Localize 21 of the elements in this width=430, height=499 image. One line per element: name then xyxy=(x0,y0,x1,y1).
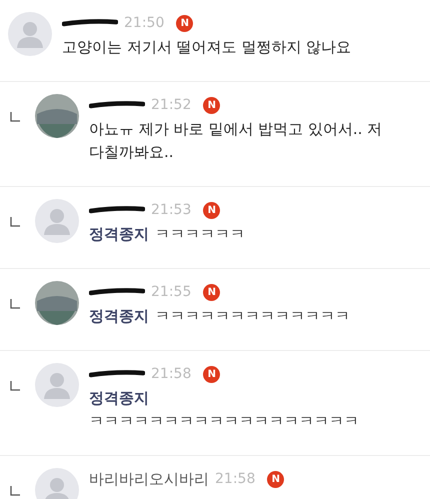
new-badge: N xyxy=(203,366,220,382)
comment-time: 21:58 xyxy=(151,366,192,382)
mention-tag: 정격종지 xyxy=(89,225,149,243)
mention-tag: 정격종지 xyxy=(89,389,149,407)
user-name: 바리바리오시바리 xyxy=(89,470,209,488)
new-badge: N xyxy=(203,96,220,114)
comment-time: 21:58 xyxy=(215,471,256,487)
comment-text: 고양이는 저기서 떨어져도 멀쩡하지 않나요 xyxy=(62,37,352,58)
mention-tag: 정격종지 xyxy=(89,307,149,325)
comment-text: ㅋㅋㅋㅋㅋㅋ xyxy=(155,224,245,245)
comment-text: ㅋㅋㅋㅋㅋㅋㅋㅋㅋㅋㅋㅋㅋ xyxy=(155,306,350,327)
new-badge: N xyxy=(203,284,220,300)
comment-time: 21:50 xyxy=(124,15,164,31)
comment-time: 21:52 xyxy=(151,97,192,113)
comment-text: ㅋㅋㅋㅋㅋㅋㅋㅋㅋㅋㅋㅋㅋㅋㅋㅋㅋㅋ xyxy=(89,411,359,432)
new-badge: N xyxy=(267,470,284,488)
comment-time: 21:55 xyxy=(151,284,192,300)
new-badge: N xyxy=(203,202,220,218)
comment-text: 아뇨ㅠ 제가 바로 밑에서 밥먹고 있어서.. 저 다칠까봐요.. xyxy=(89,119,384,163)
new-badge: N xyxy=(176,14,194,32)
comment-time: 21:53 xyxy=(151,202,192,218)
